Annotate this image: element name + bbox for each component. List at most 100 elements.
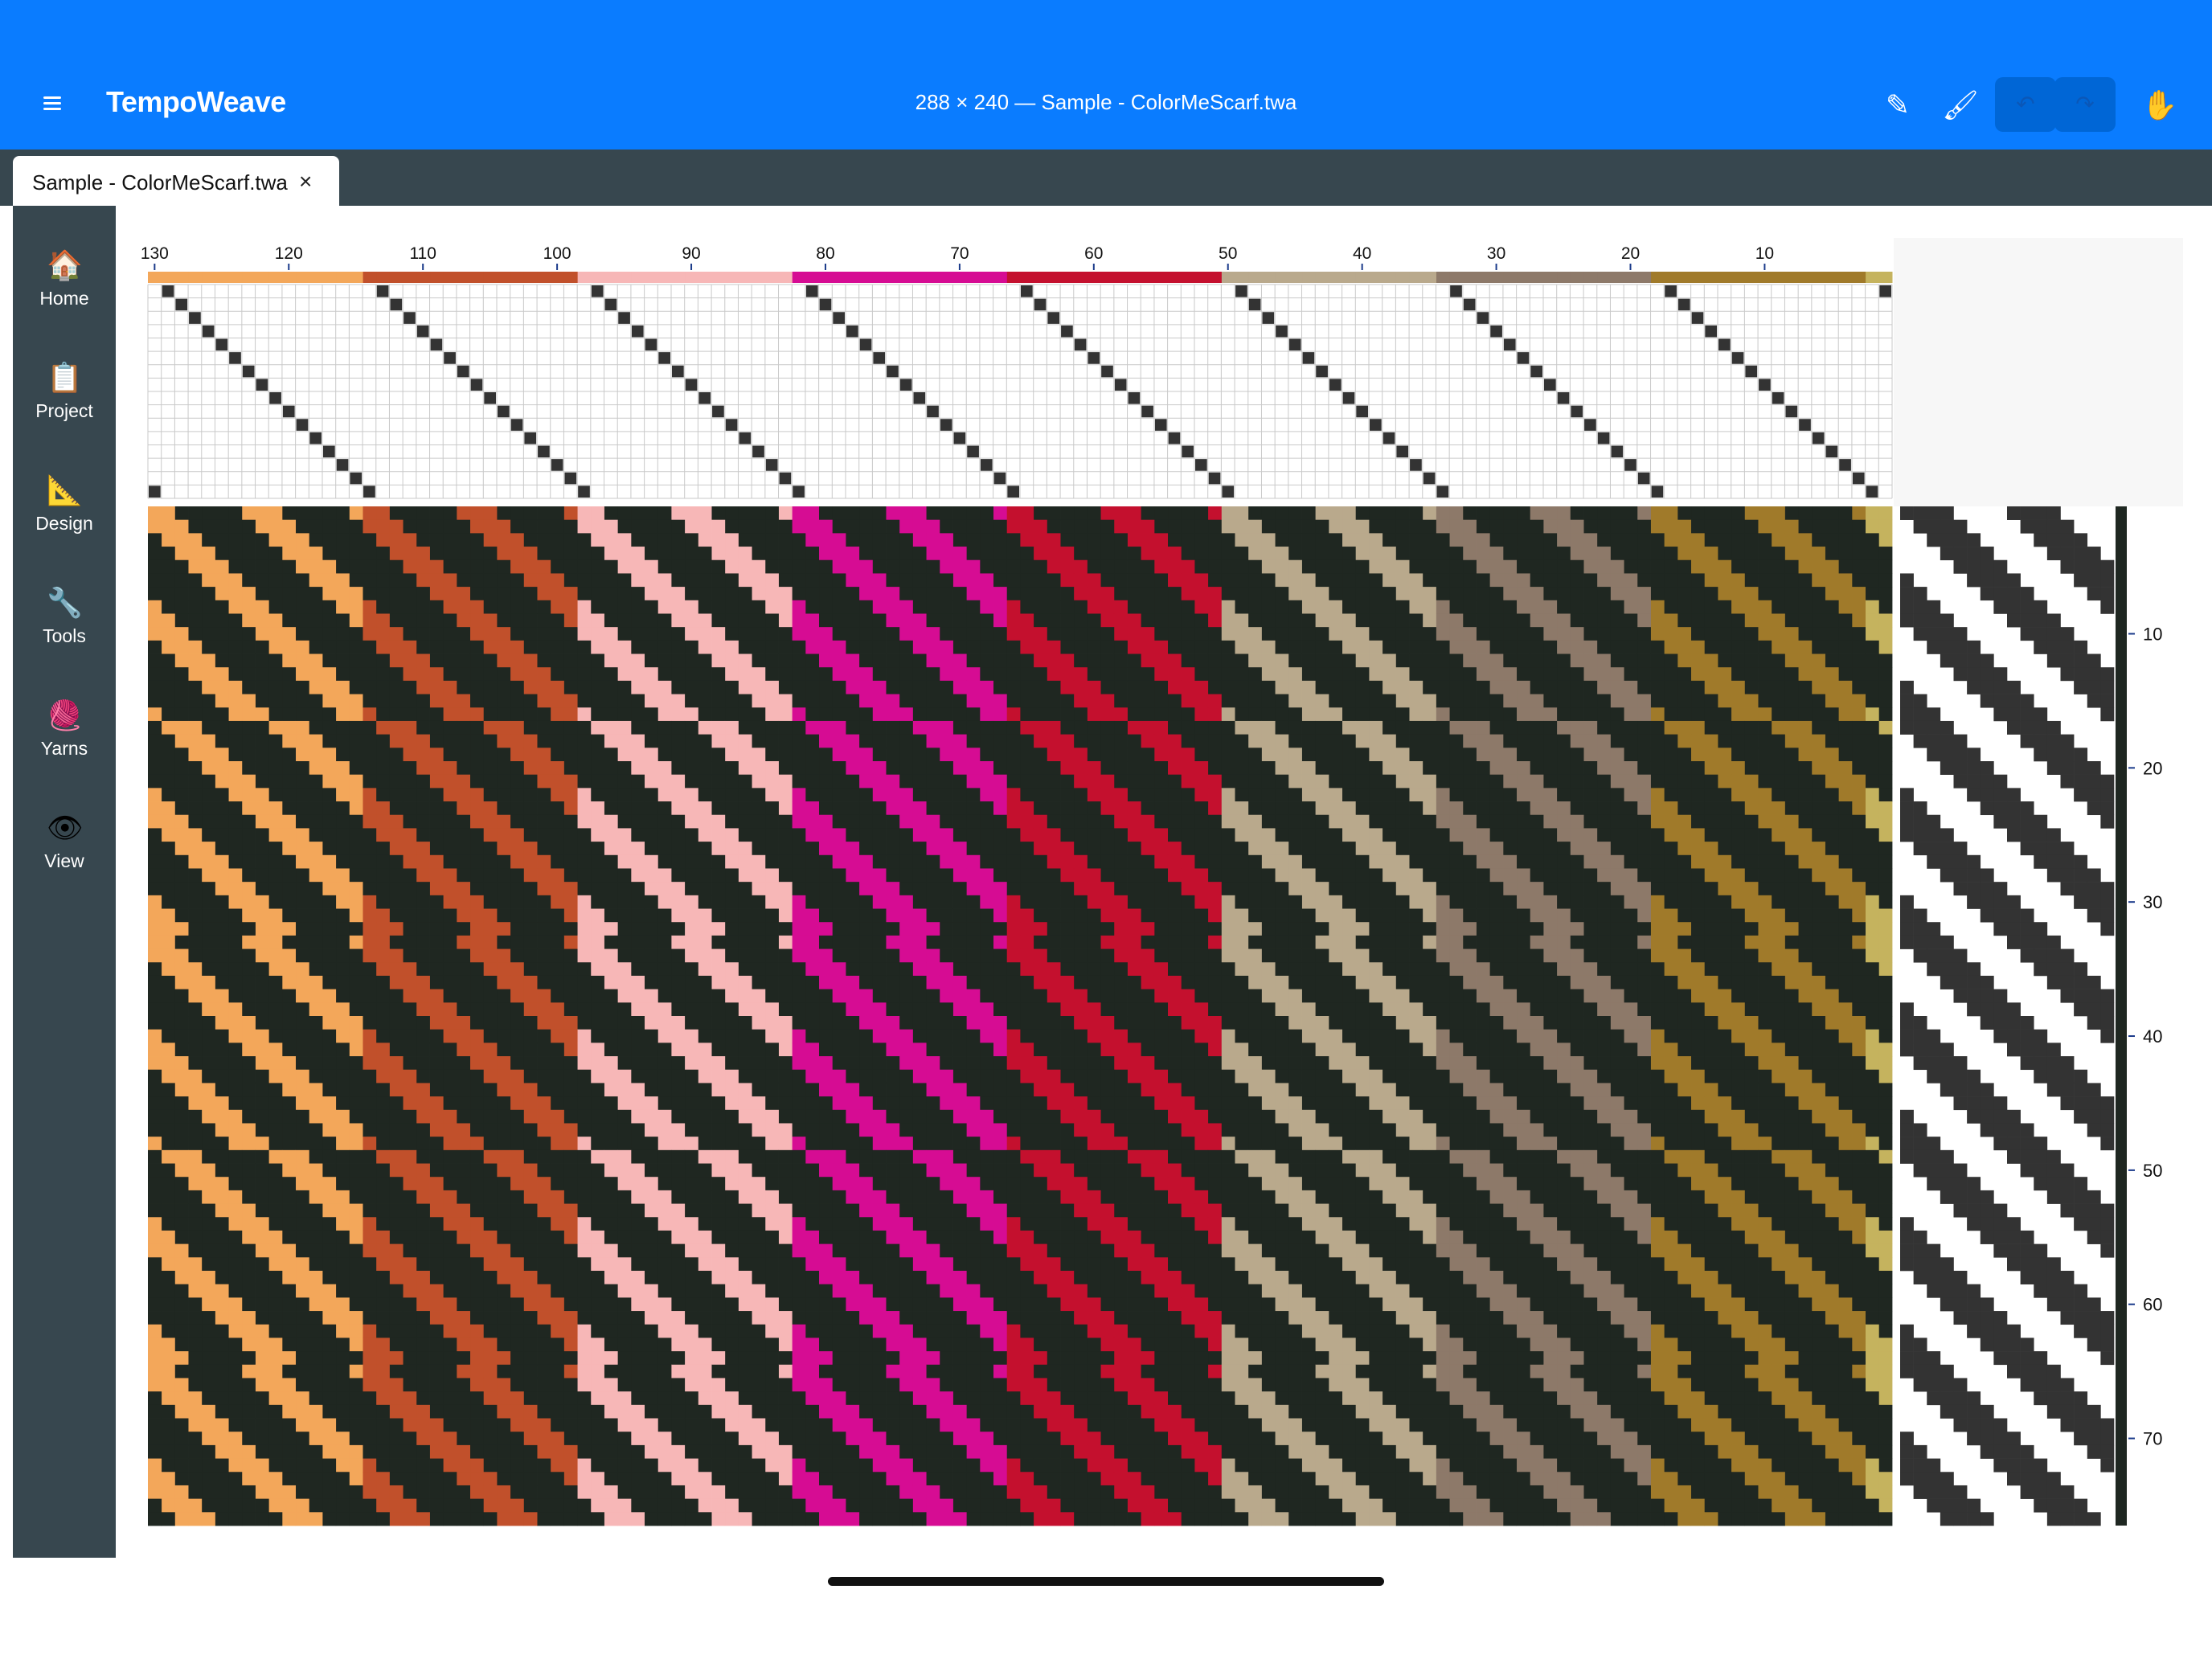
drawdown-cell xyxy=(1758,801,1772,816)
threading-cell xyxy=(725,419,738,431)
drawdown-cell xyxy=(684,667,698,682)
drawdown-cell xyxy=(1851,600,1866,614)
drawdown-cell xyxy=(309,774,323,789)
drawdown-cell xyxy=(1436,533,1450,547)
drawdown-cell xyxy=(671,720,686,735)
drawdown-cell xyxy=(1462,842,1477,856)
drawdown-cell xyxy=(497,842,511,856)
drawdown-cell xyxy=(1798,801,1813,816)
threading-cell xyxy=(564,472,577,485)
drawdown-cell xyxy=(268,547,283,561)
drawdown-cell xyxy=(322,519,337,534)
drawdown-cell xyxy=(886,559,900,574)
threading-cell xyxy=(765,459,778,471)
drawdown-cell xyxy=(590,882,604,896)
drawdown-cell xyxy=(416,640,430,654)
drawdown-cell xyxy=(389,828,403,842)
drawdown-cell xyxy=(1798,506,1813,521)
drawdown-cell xyxy=(1141,573,1155,588)
drawdown-cell xyxy=(1288,667,1302,682)
drawdown-cell xyxy=(1556,640,1571,654)
drawdown-cell xyxy=(335,547,350,561)
drawdown-cell xyxy=(322,788,337,802)
drawdown-cell xyxy=(241,828,256,842)
drawdown-cell xyxy=(617,748,632,762)
drawdown-cell xyxy=(255,895,269,909)
drawdown-cell xyxy=(952,895,967,909)
drawdown-cell xyxy=(1342,667,1356,682)
drawdown-cell xyxy=(148,734,162,748)
drawdown-cell xyxy=(497,801,511,816)
warp-color-cell xyxy=(241,272,256,283)
drawdown-cell xyxy=(979,519,994,534)
drawdown-cell xyxy=(1878,573,1893,588)
drawdown-cell xyxy=(1006,748,1021,762)
threading-cell xyxy=(887,365,899,378)
drawdown-cell xyxy=(1436,801,1450,816)
drawdown-cell xyxy=(1181,519,1195,534)
drawdown-cell xyxy=(1073,547,1088,561)
drawdown-cell xyxy=(1502,559,1518,574)
drawdown-cell xyxy=(1731,814,1745,829)
drawdown-cell xyxy=(1449,734,1464,748)
drawdown-cell xyxy=(148,842,162,856)
drawdown-cell xyxy=(188,748,203,762)
drawdown-cell xyxy=(644,653,658,668)
drawdown-cell xyxy=(1141,748,1155,762)
drawdown-cell xyxy=(939,627,953,641)
warp-color-cell xyxy=(886,272,900,283)
drawdown-cell xyxy=(617,908,632,923)
drawdown-cell xyxy=(1141,667,1155,682)
drawdown-cell xyxy=(1033,814,1047,829)
warp-color-cell xyxy=(1636,272,1652,283)
drawdown-cell xyxy=(241,854,256,869)
drawdown-cell xyxy=(1476,667,1490,682)
weaving-draft-canvas[interactable]: 130 120 110 100 90 80 70 60 50 40 30 20 101020304050… xyxy=(0,0,2212,1558)
drawdown-cell xyxy=(1328,814,1343,829)
drawdown-cell xyxy=(1851,814,1866,829)
drawdown-cell xyxy=(510,814,524,829)
drawdown-cell xyxy=(590,640,604,654)
drawdown-cell xyxy=(724,801,739,816)
drawdown-cell xyxy=(1141,922,1155,936)
drawdown-cell xyxy=(1301,613,1316,628)
drawdown-cell xyxy=(1530,667,1544,682)
drawdown-cell xyxy=(671,962,686,977)
drawdown-cell xyxy=(644,788,658,802)
drawdown-cell xyxy=(1221,774,1235,789)
drawdown-cell xyxy=(738,533,752,547)
drawdown-cell xyxy=(1865,935,1879,949)
drawdown-cell xyxy=(1838,774,1853,789)
drawdown-cell xyxy=(1194,788,1209,802)
threading-cell xyxy=(229,352,241,364)
drawdown-cell xyxy=(1865,653,1879,668)
drawdown-cell xyxy=(1153,774,1169,789)
drawdown-cell xyxy=(375,613,390,628)
drawdown-cell xyxy=(1221,935,1235,949)
drawdown-cell xyxy=(899,680,913,694)
drawdown-cell xyxy=(1758,748,1772,762)
drawdown-cell xyxy=(886,720,900,735)
drawdown-cell xyxy=(1020,707,1034,722)
drawdown-cell xyxy=(281,627,297,641)
drawdown-cell xyxy=(1275,748,1289,762)
drawdown-cell xyxy=(1624,707,1638,722)
drawdown-cell xyxy=(926,935,940,949)
drawdown-cell xyxy=(832,868,846,883)
drawdown-cell xyxy=(1664,694,1678,708)
drawdown-cell xyxy=(563,948,578,963)
drawdown-cell xyxy=(1516,761,1530,776)
drawdown-cell xyxy=(752,854,766,869)
drawdown-cell xyxy=(469,694,484,708)
drawdown-cell xyxy=(510,519,524,534)
drawdown-cell xyxy=(563,547,578,561)
drawdown-cell xyxy=(295,600,309,614)
drawdown-cell xyxy=(644,667,658,682)
drawdown-cell xyxy=(858,948,873,963)
drawdown-cell xyxy=(295,842,309,856)
drawdown-cell xyxy=(1543,962,1558,977)
drawdown-cell xyxy=(510,761,524,776)
drawdown-cell xyxy=(1153,908,1169,923)
drawdown-cell xyxy=(1516,653,1530,668)
drawdown-cell xyxy=(148,547,162,561)
